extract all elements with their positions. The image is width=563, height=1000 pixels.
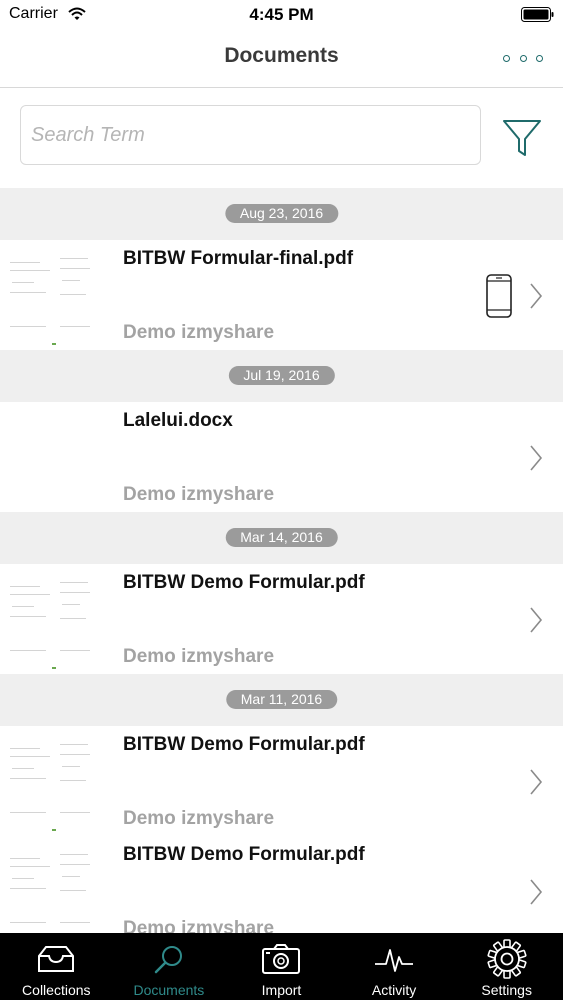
tab-activity[interactable]: Activity xyxy=(338,933,451,1000)
document-owner: Demo izmyshare xyxy=(123,484,275,505)
more-dots-icon xyxy=(503,54,510,62)
tab-collections[interactable]: Collections xyxy=(0,933,113,1000)
tab-bar: Collections Documents Import Activity Settin… xyxy=(0,933,563,1000)
more-options-button[interactable] xyxy=(503,46,543,70)
tab-import[interactable]: Import xyxy=(225,933,338,1000)
tab-label: Activity xyxy=(371,982,417,998)
section-header: Mar 14, 2016 xyxy=(0,512,563,564)
search-input[interactable] xyxy=(20,105,481,165)
document-owner: Demo izmyshare xyxy=(123,322,275,343)
document-row[interactable]: BITBW Formular-final.pdf Demo izmyshare xyxy=(0,240,563,350)
more-dots-icon xyxy=(536,54,543,62)
document-thumbnail xyxy=(0,570,100,670)
tab-label: Import xyxy=(261,982,302,998)
document-owner: Demo izmyshare xyxy=(123,918,275,933)
activity-pulse-icon xyxy=(372,941,416,977)
tab-label: Settings xyxy=(481,982,532,998)
document-owner: Demo izmyshare xyxy=(123,808,275,829)
gear-icon xyxy=(485,939,529,979)
document-row[interactable]: BITBW Demo Formular.pdf Demo izmyshare xyxy=(0,564,563,674)
document-row[interactable]: BITBW Demo Formular.pdf Demo izmyshare xyxy=(0,726,563,836)
document-thumbnail xyxy=(0,246,100,346)
chevron-right-icon xyxy=(530,283,543,309)
tab-label: Documents xyxy=(133,982,205,998)
document-title: BITBW Demo Formular.pdf xyxy=(123,844,365,865)
chevron-right-icon xyxy=(530,445,543,471)
document-thumbnail xyxy=(0,732,100,832)
filter-button[interactable] xyxy=(500,117,544,161)
date-badge: Mar 11, 2016 xyxy=(225,690,338,709)
document-row[interactable]: BITBW Demo Formular.pdf Demo izmyshare xyxy=(0,836,563,933)
section-header: Mar 11, 2016 xyxy=(0,674,563,726)
document-thumbnail xyxy=(0,408,100,508)
section-header: Aug 23, 2016 xyxy=(0,188,563,240)
search-bar xyxy=(0,89,563,188)
date-badge: Mar 14, 2016 xyxy=(225,528,338,547)
page-title: Documents xyxy=(224,44,339,67)
status-bar: Carrier 4:45 PM xyxy=(0,0,563,30)
phone-device-icon xyxy=(486,274,512,318)
document-row[interactable]: Lalelui.docx Demo izmyshare xyxy=(0,402,563,512)
document-owner: Demo izmyshare xyxy=(123,646,275,667)
battery-icon xyxy=(521,7,554,22)
chevron-right-icon xyxy=(530,879,543,905)
document-title: BITBW Demo Formular.pdf xyxy=(123,572,365,593)
date-badge: Aug 23, 2016 xyxy=(224,204,339,223)
document-list: Aug 23, 2016 BITBW Formular-final.pdf Demo… xyxy=(0,188,563,933)
camera-icon xyxy=(259,941,303,977)
section-header: Jul 19, 2016 xyxy=(0,350,563,402)
tab-documents[interactable]: Documents xyxy=(113,933,226,1000)
document-thumbnail xyxy=(0,842,100,933)
status-time: 4:45 PM xyxy=(249,5,314,24)
navigation-bar: Documents xyxy=(0,30,563,88)
document-title: BITBW Formular-final.pdf xyxy=(123,248,354,269)
tab-settings[interactable]: Settings xyxy=(450,933,563,1000)
date-badge: Jul 19, 2016 xyxy=(228,366,335,385)
search-icon xyxy=(147,941,191,977)
inbox-tray-icon xyxy=(34,941,78,977)
chevron-right-icon xyxy=(530,769,543,795)
more-dots-icon xyxy=(519,54,527,62)
chevron-right-icon xyxy=(530,607,543,633)
tab-label: Collections xyxy=(22,982,91,998)
document-title: BITBW Demo Formular.pdf xyxy=(123,734,365,755)
filter-funnel-icon xyxy=(503,120,541,156)
document-title: Lalelui.docx xyxy=(123,410,233,431)
